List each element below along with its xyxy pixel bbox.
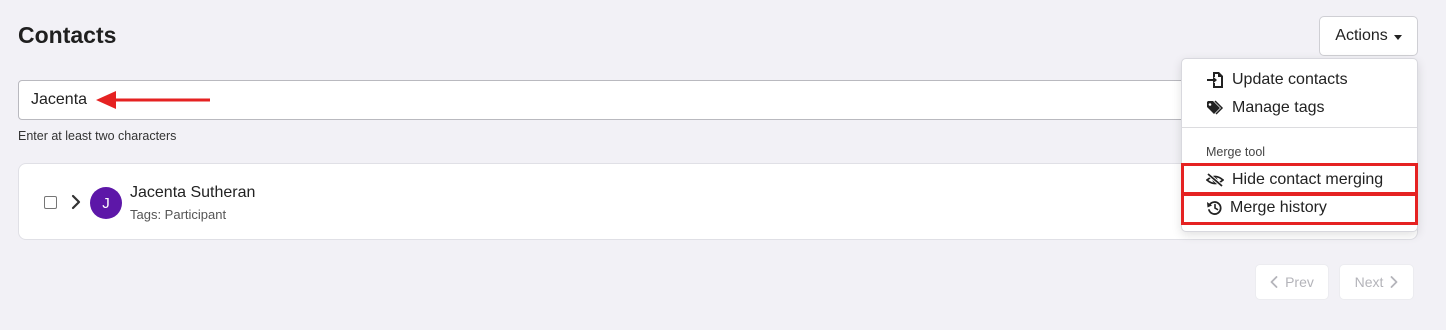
avatar-initial: J xyxy=(102,194,110,212)
menu-item-hide-contact-merging[interactable]: Hide contact merging xyxy=(1182,167,1417,193)
menu-item-label: Update contacts xyxy=(1232,71,1348,88)
eye-slash-icon xyxy=(1206,172,1224,188)
contact-select-checkbox[interactable] xyxy=(44,196,57,209)
actions-button-label: Actions xyxy=(1335,27,1388,44)
annotation-arrow-icon xyxy=(96,91,210,109)
next-label: Next xyxy=(1354,274,1384,290)
menu-item-update-contacts[interactable]: Update contacts xyxy=(1182,67,1417,93)
next-page-button[interactable]: Next xyxy=(1339,264,1414,300)
history-icon xyxy=(1207,201,1222,215)
search-hint: Enter at least two characters xyxy=(18,129,177,143)
chevron-right-icon xyxy=(1390,276,1398,288)
actions-dropdown-menu: Update contacts Manage tags Merge tool H… xyxy=(1181,58,1418,232)
contact-tags: Tags: Participant xyxy=(130,207,227,222)
menu-item-manage-tags[interactable]: Manage tags xyxy=(1182,95,1417,121)
chevron-left-icon xyxy=(1270,276,1278,288)
caret-down-icon xyxy=(1393,34,1402,40)
chevron-right-icon[interactable] xyxy=(69,194,83,210)
prev-label: Prev xyxy=(1285,274,1314,290)
file-import-icon xyxy=(1207,72,1223,88)
contact-name[interactable]: Jacenta Sutheran xyxy=(130,184,255,202)
prev-page-button[interactable]: Prev xyxy=(1255,264,1329,300)
menu-item-merge-history[interactable]: Merge history xyxy=(1182,195,1417,221)
contacts-page: Contacts Actions Enter at least two char… xyxy=(0,0,1446,330)
menu-item-label: Merge history xyxy=(1230,199,1327,216)
page-title: Contacts xyxy=(18,22,117,48)
menu-divider xyxy=(1182,127,1417,128)
merge-tool-header: Merge tool xyxy=(1206,145,1266,159)
menu-item-label: Manage tags xyxy=(1232,99,1325,116)
menu-item-label: Hide contact merging xyxy=(1232,171,1384,188)
avatar: J xyxy=(90,187,122,219)
actions-button[interactable]: Actions xyxy=(1319,16,1418,56)
tags-icon xyxy=(1207,100,1224,115)
